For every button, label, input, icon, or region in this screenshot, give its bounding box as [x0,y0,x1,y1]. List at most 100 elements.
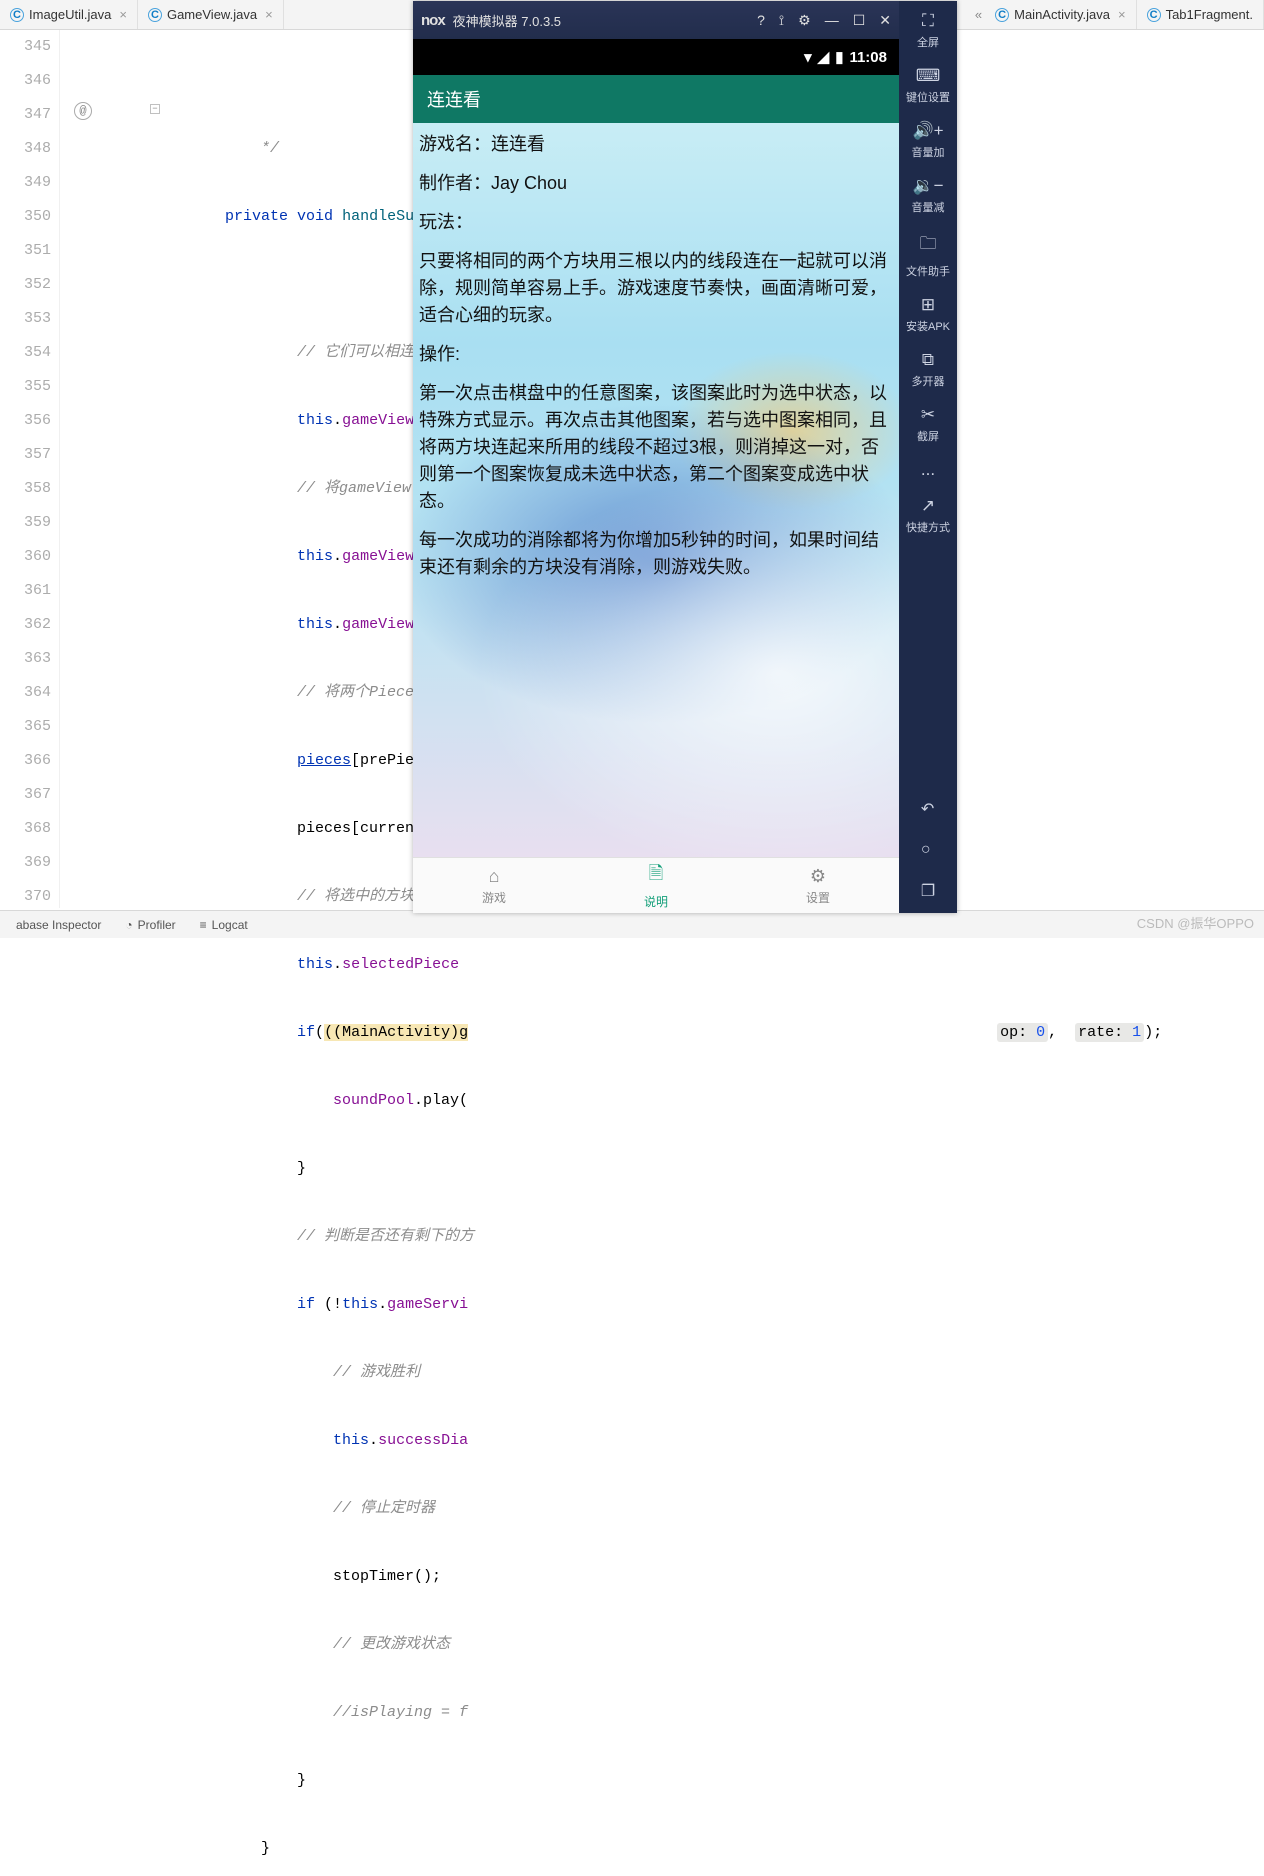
code-line: // 停止定时器 [153,1492,1264,1526]
app-content[interactable]: 游戏名：连连看 制作者：Jay Chou 玩法： 只要将相同的两个方块用三根以内… [413,123,899,857]
profiler-icon: ◔ [125,918,132,932]
gear-icon: ⚙ [810,866,826,887]
code-line: } [153,1152,1264,1186]
code-line: //isPlaying = f [153,1696,1264,1730]
signal-icon: ◢ [818,48,830,66]
nox-logo: nox [421,12,445,29]
multi-icon: ⧉ [922,350,934,370]
nav-label: 设置 [806,889,830,906]
side-multi[interactable]: ⧉多开器 [899,348,957,391]
code-line: } [153,1832,1264,1866]
home-icon[interactable]: ○ [921,841,935,859]
minimize-icon[interactable]: — [825,12,839,29]
pin-icon[interactable]: ⟟ [779,12,784,29]
help-icon[interactable]: ? [757,12,765,29]
class-icon: C [10,8,24,22]
game-name: 游戏名：连连看 [419,131,893,158]
close-icon[interactable]: × [1118,7,1126,22]
emulator-titlebar[interactable]: nox 夜神模拟器 7.0.3.5 ? ⟟ ⚙ — ☐ ✕ [413,1,899,39]
code-line: } [153,1764,1264,1798]
tab-label: GameView.java [167,7,257,22]
timer-rule: 每一次成功的消除都将为你增加5秒钟的时间，如果时间结束还有剩余的方块没有消除，则… [419,527,893,581]
tool-label: Profiler [138,918,176,932]
code-line: this.successDia [153,1424,1264,1458]
back-icon[interactable]: ↶ [921,799,935,819]
tab-imageutil[interactable]: C ImageUtil.java × [0,0,138,29]
side-screenshot[interactable]: ✂截屏 [899,403,957,446]
clipboard-icon: 🗎 [649,861,663,891]
override-icon[interactable]: @ [74,102,92,120]
tab-label: ImageUtil.java [29,7,111,22]
side-install-apk[interactable]: ⊞安装APK [899,293,957,336]
tab-mainactivity[interactable]: « C MainActivity.java × [965,0,1137,29]
apk-icon: ⊞ [921,295,935,315]
scissors-icon: ✂ [921,405,935,425]
fullscreen-icon: ⛶ [922,11,934,31]
side-keymap[interactable]: ⌨键位设置 [899,64,957,107]
recents-icon[interactable]: ❐ [921,881,935,901]
android-nav-buttons: ↶ ○ ❐ [921,799,935,913]
shortcut-icon: ↗ [921,496,935,516]
code-line: if(((MainActivity)g op: 0, rate: 1); [153,1016,1264,1050]
volume-up-icon: 🔊+ [912,121,943,141]
tab-gameview[interactable]: C GameView.java × [138,0,284,29]
tab-label: Tab1Fragment. [1166,7,1253,22]
tool-database-inspector[interactable]: abase Inspector [4,918,113,932]
howto-body: 只要将相同的两个方块用三根以内的线段连在一起就可以消除，规则简单容易上手。游戏速… [419,248,893,329]
code-line: if (!this.gameServi [153,1288,1264,1322]
gutter-annotations: @ − [60,30,105,908]
home-icon: ⌂ [489,866,500,887]
watermark: CSDN @振华OPPO [1137,913,1254,932]
tool-logcat[interactable]: ≡ Logcat [188,918,260,932]
code-line: soundPool.play( [153,1084,1264,1118]
close-icon[interactable]: × [119,7,127,22]
side-shortcut[interactable]: ↗快捷方式 [899,494,957,537]
emulator-title: 夜神模拟器 7.0.3.5 [453,11,561,30]
nav-info[interactable]: 🗎 说明 [575,858,737,913]
nav-game[interactable]: ⌂ 游戏 [413,858,575,913]
nav-settings[interactable]: ⚙ 设置 [737,858,899,913]
class-icon: C [995,8,1009,22]
side-more[interactable]: ... [899,458,957,482]
operation-body: 第一次点击棋盘中的任意图案，该图案此时为选中状态，以特殊方式显示。再次点击其他图… [419,380,893,515]
keyboard-icon: ⌨ [916,66,941,86]
maximize-icon[interactable]: ☐ [853,12,866,29]
logcat-icon: ≡ [200,918,207,932]
tool-label: abase Inspector [16,918,101,932]
bottom-nav: ⌂ 游戏 🗎 说明 ⚙ 设置 [413,857,899,913]
bottom-toolbar: abase Inspector ◔ Profiler ≡ Logcat [0,910,1264,938]
class-icon: C [1147,8,1161,22]
code-line: this.selectedPiece [153,948,1264,982]
app-bar: 连连看 [413,75,899,123]
code-line: stopTimer(); [153,1560,1264,1594]
tab-label: MainActivity.java [1014,7,1110,22]
emulator-window: nox 夜神模拟器 7.0.3.5 ? ⟟ ⚙ — ☐ ✕ ▾ ◢ ▮ 11:0… [413,1,957,913]
folder-icon: 🗀 [920,231,937,260]
side-file-helper[interactable]: 🗀文件助手 [899,229,957,281]
side-fullscreen[interactable]: ⛶全屏 [899,9,957,52]
more-icon: ... [921,460,935,480]
app-title: 连连看 [427,86,481,112]
code-line: // 判断是否还有剩下的方 [153,1220,1264,1254]
gear-icon[interactable]: ⚙ [798,12,811,29]
side-volume-down[interactable]: 🔉−音量减 [899,174,957,217]
close-icon[interactable]: ✕ [879,12,891,29]
operation-heading: 操作: [419,341,893,368]
side-volume-up[interactable]: 🔊+音量加 [899,119,957,162]
tool-profiler[interactable]: ◔ Profiler [113,918,187,932]
emulator-toolbar: ⛶全屏 ⌨键位设置 🔊+音量加 🔉−音量减 🗀文件助手 ⊞安装APK ⧉多开器 … [899,1,957,913]
android-status-bar: ▾ ◢ ▮ 11:08 [413,39,899,75]
battery-icon: ▮ [835,48,843,66]
howto-heading: 玩法： [419,209,893,236]
line-gutter: 345346 347348 349350 351352 353354 35535… [0,30,60,908]
code-line: // 游戏胜利 [153,1356,1264,1390]
author: 制作者：Jay Chou [419,170,893,197]
close-icon[interactable]: × [265,7,273,22]
chevron-left-icon[interactable]: « [975,7,982,22]
wifi-icon: ▾ [804,48,812,66]
status-time: 11:08 [849,49,887,66]
code-line: // 更改游戏状态 [153,1628,1264,1662]
nav-label: 游戏 [482,889,506,906]
tab-tab1fragment[interactable]: C Tab1Fragment. [1137,0,1264,29]
tool-label: Logcat [212,918,248,932]
